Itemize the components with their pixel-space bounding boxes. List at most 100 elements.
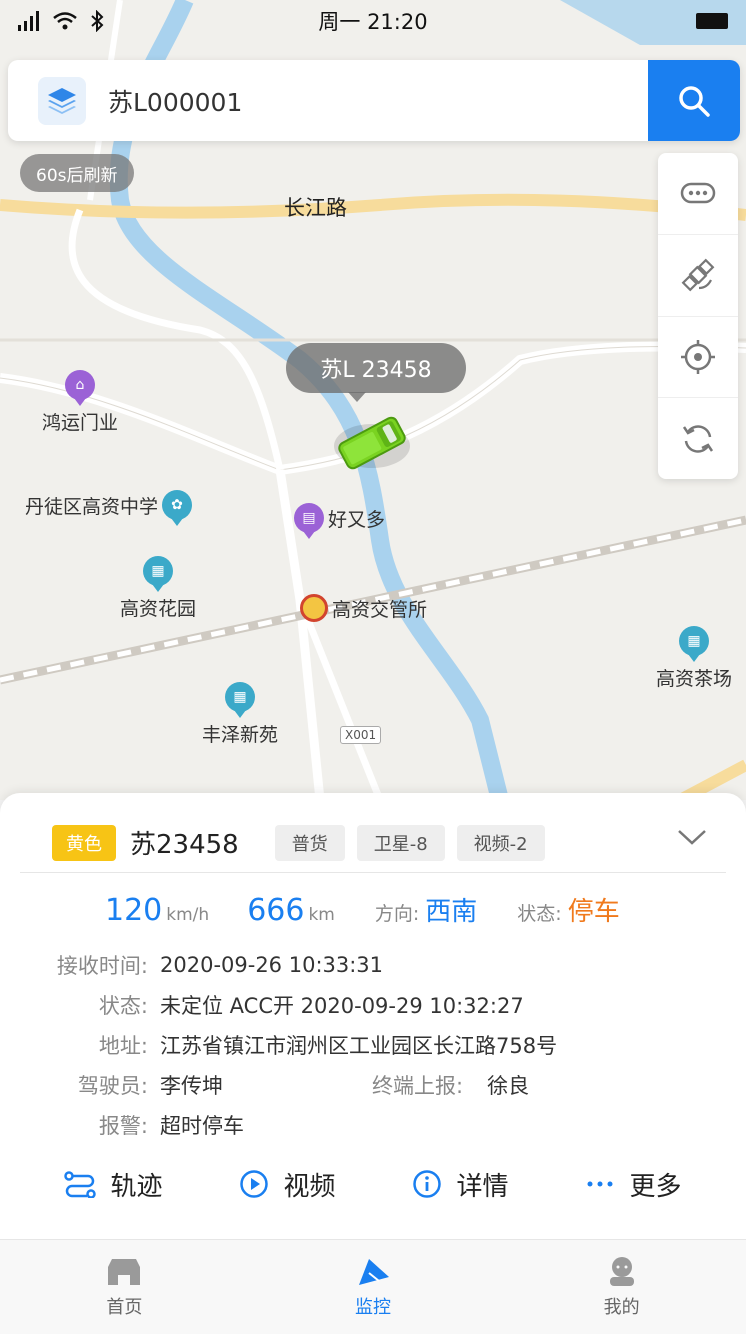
receive-time-value: 2020-09-26 10:33:31 bbox=[160, 953, 384, 977]
satellite-button[interactable] bbox=[658, 235, 738, 317]
refresh-button[interactable] bbox=[658, 398, 738, 479]
monitor-icon bbox=[359, 1259, 389, 1285]
chevron-down-icon bbox=[678, 830, 706, 845]
poi-label: 丰泽新苑 bbox=[202, 724, 279, 746]
track-icon bbox=[64, 1171, 97, 1198]
track-label: 轨迹 bbox=[110, 1171, 163, 1202]
search-input[interactable] bbox=[86, 60, 648, 141]
detail-button[interactable]: 详情 bbox=[412, 1166, 509, 1203]
vehicle-marker-icon[interactable] bbox=[330, 412, 414, 478]
terminal-row: 终端上报: 徐良 bbox=[372, 1070, 529, 1100]
poi-label: 高资茶场 bbox=[656, 668, 733, 690]
status-bar: 周一 21:20 bbox=[0, 0, 746, 42]
driver-row: 驾驶员: 李传坤 bbox=[38, 1070, 223, 1100]
alarm-value: 超时停车 bbox=[160, 1114, 244, 1138]
tab-home-label: 首页 bbox=[106, 1297, 143, 1318]
driver-label: 驾驶员: bbox=[77, 1074, 148, 1098]
speed-unit: km/h bbox=[166, 905, 210, 925]
poi-label: 丹徒区高资中学 bbox=[25, 495, 159, 518]
signal-icon bbox=[18, 11, 39, 31]
poi-label: 高资交管所 bbox=[332, 598, 428, 621]
refresh-countdown: 60s后刷新 bbox=[20, 154, 134, 192]
message-button[interactable] bbox=[658, 153, 738, 235]
more-icon bbox=[587, 1181, 613, 1187]
info-icon bbox=[413, 1170, 442, 1198]
vehicle-info-panel: 黄色 苏23458 普货 卫星-8 视频-2 120 km/h 666 km 方… bbox=[0, 793, 746, 1239]
poi-building-icon: ▦ bbox=[679, 626, 709, 662]
status-time: 周一 21:20 bbox=[318, 10, 428, 34]
terminal-value: 徐良 bbox=[487, 1074, 530, 1098]
play-icon bbox=[240, 1170, 269, 1198]
poi-label: 好又多 bbox=[328, 508, 386, 531]
search-bar bbox=[8, 60, 740, 141]
poi-school[interactable]: 丹徒区高资中学 ✿ bbox=[25, 490, 193, 526]
tag-video: 视频-2 bbox=[456, 824, 545, 861]
plate-color-badge: 黄色 bbox=[52, 824, 116, 861]
refresh-icon bbox=[682, 424, 714, 453]
poi-building-icon: ▦ bbox=[225, 682, 255, 718]
panel-header: 黄色 苏23458 普货 卫星-8 视频-2 bbox=[20, 813, 726, 873]
tab-bar: 首页 监控 我的 bbox=[0, 1239, 746, 1334]
status-row: 状态: 未定位 ACC开 2020-09-29 10:32:27 bbox=[38, 990, 524, 1020]
locate-button[interactable] bbox=[658, 317, 738, 399]
address-label: 地址: bbox=[98, 1034, 148, 1058]
tab-monitor-label: 监控 bbox=[355, 1297, 391, 1318]
poi-label: 高资花园 bbox=[120, 598, 197, 620]
wifi-icon bbox=[53, 12, 77, 30]
tab-home[interactable]: 首页 bbox=[0, 1240, 249, 1334]
tab-monitor[interactable]: 监控 bbox=[249, 1240, 498, 1334]
alarm-label: 报警: bbox=[98, 1114, 148, 1138]
alarm-row: 报警: 超时停车 bbox=[38, 1110, 244, 1140]
more-button[interactable]: 更多 bbox=[585, 1166, 682, 1203]
poi-label: 鸿运门业 bbox=[42, 412, 119, 434]
action-bar: 轨迹 视频 详情 更多 bbox=[0, 1159, 746, 1209]
status-value: 未定位 ACC开 2020-09-29 10:32:27 bbox=[160, 994, 524, 1018]
vehicle-bubble[interactable]: 苏L 23458 bbox=[286, 343, 466, 402]
layers-button[interactable] bbox=[38, 76, 86, 125]
status-label: 状态: bbox=[98, 994, 148, 1018]
layers-icon bbox=[48, 87, 76, 114]
road-code: X001 bbox=[340, 726, 382, 744]
poi-building-icon: ▦ bbox=[143, 556, 173, 592]
message-icon bbox=[680, 183, 716, 204]
search-button[interactable] bbox=[648, 60, 740, 141]
track-button[interactable]: 轨迹 bbox=[64, 1166, 163, 1203]
tab-mine-label: 我的 bbox=[603, 1297, 640, 1318]
direction-label: 方向: bbox=[374, 903, 420, 925]
state-value: 停车 bbox=[567, 897, 620, 927]
address-value: 江苏省镇江市润州区工业园区长江路758号 bbox=[160, 1034, 558, 1058]
poi-police[interactable]: 高资交管所 bbox=[300, 594, 427, 622]
tag-cargo: 普货 bbox=[274, 824, 345, 861]
receive-time-label: 接收时间: bbox=[56, 954, 148, 978]
battery-icon bbox=[696, 13, 728, 29]
poi-tea[interactable]: ▦ 高资茶场 bbox=[656, 626, 732, 691]
poi-fengze[interactable]: ▦ 丰泽新苑 bbox=[202, 682, 278, 747]
search-icon bbox=[679, 85, 710, 117]
receive-time-row: 接收时间: 2020-09-26 10:33:31 bbox=[38, 950, 383, 980]
map-tools bbox=[658, 153, 738, 479]
home-icon bbox=[108, 1259, 141, 1285]
locate-icon bbox=[681, 339, 715, 374]
vehicle-plate: 苏23458 bbox=[130, 830, 239, 860]
video-label: 视频 bbox=[283, 1171, 336, 1202]
poi-door-icon: ⌂ bbox=[65, 370, 95, 406]
poi-hongyun[interactable]: ⌂ 鸿运门业 bbox=[42, 370, 118, 435]
state-label: 状态: bbox=[517, 903, 562, 925]
collapse-button[interactable] bbox=[676, 827, 708, 851]
metrics-row: 120 km/h 666 km 方向: 西南 状态: 停车 bbox=[0, 891, 746, 937]
detail-label: 详情 bbox=[456, 1171, 509, 1202]
tab-mine[interactable]: 我的 bbox=[497, 1240, 746, 1334]
terminal-label: 终端上报: bbox=[372, 1074, 464, 1098]
poi-garden[interactable]: ▦ 高资花园 bbox=[120, 556, 196, 621]
police-badge-icon bbox=[300, 594, 328, 622]
direction-value: 西南 bbox=[425, 897, 478, 927]
mileage-value: 666 bbox=[247, 893, 305, 928]
poi-haoyouduo[interactable]: ▤ 好又多 bbox=[294, 503, 386, 539]
driver-value: 李传坤 bbox=[160, 1074, 223, 1098]
speed-value: 120 bbox=[105, 893, 163, 928]
poi-shop-icon: ▤ bbox=[294, 503, 324, 539]
bluetooth-icon bbox=[91, 10, 104, 32]
video-button[interactable]: 视频 bbox=[239, 1166, 336, 1203]
road-label-changjiang: 长江路 bbox=[284, 196, 347, 220]
satellite-icon bbox=[681, 258, 715, 292]
